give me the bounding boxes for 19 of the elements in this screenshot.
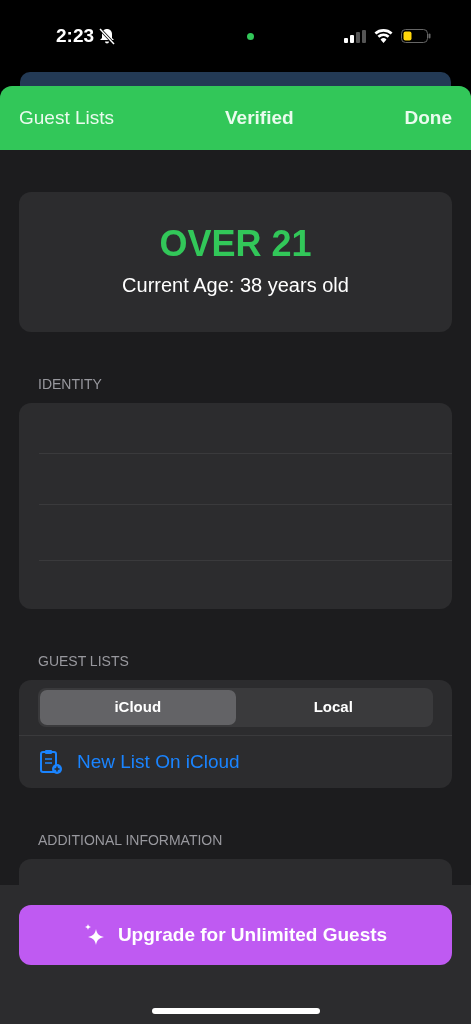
current-age: Current Age: 38 years old <box>122 272 349 298</box>
battery-icon <box>401 29 431 43</box>
wifi-icon <box>374 29 393 43</box>
clipboard-add-icon <box>39 748 63 775</box>
upgrade-button[interactable]: Upgrade for Unlimited Guests <box>19 905 452 965</box>
done-button[interactable]: Done <box>404 103 452 133</box>
signal-icon <box>344 29 366 43</box>
new-list-link[interactable]: New List On iCloud <box>77 747 240 776</box>
section-header: ADDITIONAL INFORMATION <box>37 831 224 850</box>
section-header: GUEST LISTS <box>37 652 130 671</box>
status-time: 2:23 <box>56 23 95 48</box>
bell-slash-icon <box>98 27 117 45</box>
section-header: IDENTITY <box>37 375 103 394</box>
nav-title: Verified <box>224 105 294 130</box>
segment-tab[interactable]: iCloud <box>40 690 236 725</box>
segment-tab[interactable]: Local <box>235 690 431 725</box>
back-button[interactable]: Guest Lists <box>19 103 115 133</box>
camera-indicator-icon <box>246 32 254 40</box>
age-status: OVER 21 <box>159 224 312 264</box>
